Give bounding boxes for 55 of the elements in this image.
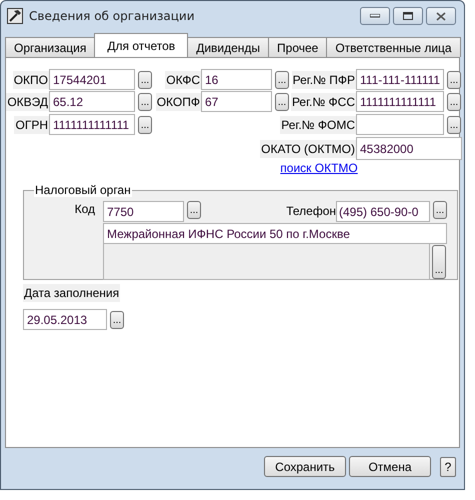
tab[interactable]: Дивиденды bbox=[187, 37, 270, 57]
field-label: Код bbox=[74, 201, 96, 217]
maximize-icon bbox=[403, 12, 413, 20]
tab[interactable]: Ответственные лица bbox=[326, 37, 461, 57]
dialog-button[interactable]: Отмена bbox=[349, 456, 431, 477]
input-field[interactable]: 65.12 bbox=[49, 91, 135, 112]
input-field[interactable]: 45382000 bbox=[356, 137, 462, 160]
input-field[interactable]: 16 bbox=[201, 69, 272, 90]
group-title: Налоговый орган bbox=[34, 183, 132, 197]
browse-button[interactable]: ... bbox=[275, 70, 289, 88]
field-label: ОГРН bbox=[14, 116, 49, 134]
close-icon bbox=[436, 12, 446, 20]
browse-button[interactable]: ... bbox=[447, 92, 461, 110]
field-label: Дата заполнения bbox=[23, 284, 120, 302]
tab[interactable]: Организация bbox=[5, 37, 96, 57]
browse-button[interactable]: ... bbox=[138, 116, 152, 134]
dialog-button[interactable]: Сохранить bbox=[264, 456, 346, 477]
field-label: ОКАТО (ОКТМО) bbox=[260, 140, 356, 158]
input-field[interactable]: 29.05.2013 bbox=[23, 309, 107, 330]
field-label: Рег.№ ФСС bbox=[290, 92, 356, 110]
input-field[interactable] bbox=[356, 114, 444, 135]
input-field[interactable]: 67 bbox=[201, 91, 272, 112]
minimize-icon bbox=[370, 14, 380, 18]
browse-button[interactable]: ... bbox=[275, 92, 289, 110]
hammer-icon bbox=[7, 8, 23, 24]
input-field[interactable]: (495) 650-90-0 bbox=[336, 201, 430, 222]
browse-button[interactable]: ... bbox=[138, 92, 152, 110]
tab[interactable]: Для отчетов bbox=[94, 33, 188, 57]
browse-button[interactable]: ... bbox=[447, 116, 461, 134]
input-field[interactable]: Межрайонная ИФНС России 50 по г.Москве bbox=[103, 223, 447, 244]
browse-button[interactable]: ... bbox=[138, 70, 152, 88]
field-label: ОКОПФ bbox=[156, 92, 201, 110]
help-button[interactable]: ? bbox=[440, 456, 456, 476]
input-field[interactable]: 1111111111111 bbox=[49, 114, 135, 135]
input-field[interactable]: 17544201 bbox=[49, 69, 135, 90]
input-field[interactable]: 1111111111111 bbox=[356, 91, 444, 112]
field-label: Рег.№ ФОМС bbox=[280, 116, 356, 134]
browse-button[interactable]: ... bbox=[432, 245, 446, 279]
browse-button[interactable]: ... bbox=[187, 201, 201, 219]
field-label: ОКПО bbox=[12, 70, 49, 88]
field-label: Телефон bbox=[286, 203, 336, 220]
close-button[interactable] bbox=[426, 7, 456, 25]
field-label: ОКВЭД bbox=[6, 92, 49, 110]
field-label: Рег.№ ПФР bbox=[292, 70, 356, 88]
browse-button[interactable]: ... bbox=[433, 201, 447, 219]
input-field[interactable]: 7750 bbox=[103, 201, 184, 222]
field-label: ОКФС bbox=[165, 70, 201, 88]
input-field[interactable]: 111-111-111111 bbox=[356, 69, 444, 90]
minimize-button[interactable] bbox=[360, 7, 390, 25]
tab[interactable]: Прочее bbox=[268, 37, 328, 57]
maximize-button[interactable] bbox=[393, 7, 423, 25]
browse-button[interactable]: ... bbox=[447, 70, 461, 88]
browse-button[interactable]: ... bbox=[110, 310, 124, 328]
search-link[interactable]: поиск ОКТМО bbox=[280, 161, 358, 175]
window-title: Сведения об организации bbox=[29, 9, 196, 23]
